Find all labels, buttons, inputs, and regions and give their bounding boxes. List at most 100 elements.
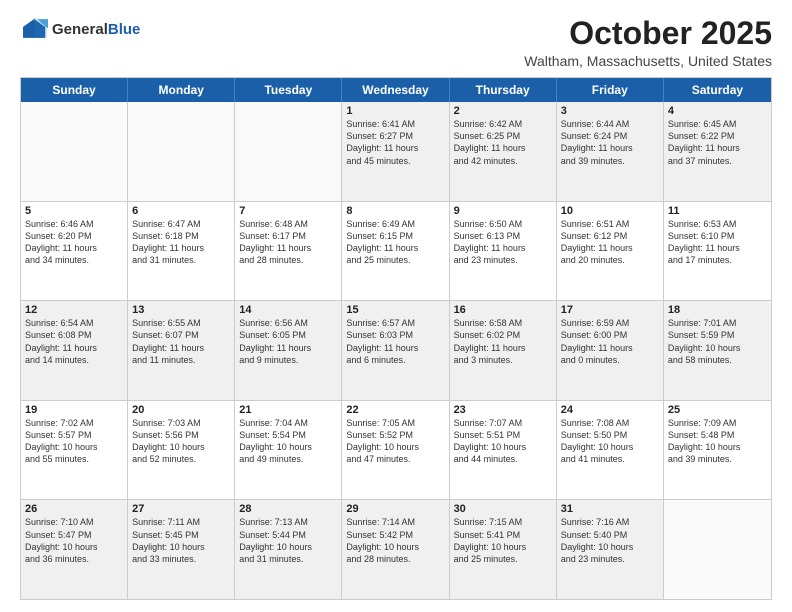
day-info: Sunrise: 6:49 AM Sunset: 6:15 PM Dayligh…	[346, 218, 444, 267]
day-number: 28	[239, 503, 337, 515]
day-number: 7	[239, 205, 337, 217]
day-header-monday: Monday	[128, 78, 235, 102]
day-cell-4: 4Sunrise: 6:45 AM Sunset: 6:22 PM Daylig…	[664, 102, 771, 201]
day-header-tuesday: Tuesday	[235, 78, 342, 102]
day-header-wednesday: Wednesday	[342, 78, 449, 102]
day-number: 2	[454, 105, 552, 117]
location: Waltham, Massachusetts, United States	[524, 53, 772, 69]
day-cell-12: 12Sunrise: 6:54 AM Sunset: 6:08 PM Dayli…	[21, 301, 128, 400]
day-info: Sunrise: 6:55 AM Sunset: 6:07 PM Dayligh…	[132, 317, 230, 366]
day-info: Sunrise: 7:15 AM Sunset: 5:41 PM Dayligh…	[454, 516, 552, 565]
day-cell-6: 6Sunrise: 6:47 AM Sunset: 6:18 PM Daylig…	[128, 202, 235, 301]
day-number: 15	[346, 304, 444, 316]
day-cell-26: 26Sunrise: 7:10 AM Sunset: 5:47 PM Dayli…	[21, 500, 128, 599]
empty-cell	[235, 102, 342, 201]
day-info: Sunrise: 7:09 AM Sunset: 5:48 PM Dayligh…	[668, 417, 767, 466]
calendar-body: 1Sunrise: 6:41 AM Sunset: 6:27 PM Daylig…	[21, 102, 771, 599]
day-cell-29: 29Sunrise: 7:14 AM Sunset: 5:42 PM Dayli…	[342, 500, 449, 599]
day-number: 6	[132, 205, 230, 217]
day-cell-7: 7Sunrise: 6:48 AM Sunset: 6:17 PM Daylig…	[235, 202, 342, 301]
day-number: 1	[346, 105, 444, 117]
day-number: 11	[668, 205, 767, 217]
day-cell-1: 1Sunrise: 6:41 AM Sunset: 6:27 PM Daylig…	[342, 102, 449, 201]
week-row-2: 5Sunrise: 6:46 AM Sunset: 6:20 PM Daylig…	[21, 202, 771, 302]
day-number: 13	[132, 304, 230, 316]
day-cell-30: 30Sunrise: 7:15 AM Sunset: 5:41 PM Dayli…	[450, 500, 557, 599]
day-info: Sunrise: 6:41 AM Sunset: 6:27 PM Dayligh…	[346, 118, 444, 167]
day-info: Sunrise: 6:56 AM Sunset: 6:05 PM Dayligh…	[239, 317, 337, 366]
week-row-4: 19Sunrise: 7:02 AM Sunset: 5:57 PM Dayli…	[21, 401, 771, 501]
day-info: Sunrise: 6:53 AM Sunset: 6:10 PM Dayligh…	[668, 218, 767, 267]
day-info: Sunrise: 7:02 AM Sunset: 5:57 PM Dayligh…	[25, 417, 123, 466]
day-info: Sunrise: 7:04 AM Sunset: 5:54 PM Dayligh…	[239, 417, 337, 466]
day-info: Sunrise: 7:03 AM Sunset: 5:56 PM Dayligh…	[132, 417, 230, 466]
day-header-friday: Friday	[557, 78, 664, 102]
day-number: 12	[25, 304, 123, 316]
day-cell-31: 31Sunrise: 7:16 AM Sunset: 5:40 PM Dayli…	[557, 500, 664, 599]
title-block: October 2025 Waltham, Massachusetts, Uni…	[524, 16, 772, 69]
day-cell-9: 9Sunrise: 6:50 AM Sunset: 6:13 PM Daylig…	[450, 202, 557, 301]
calendar: SundayMondayTuesdayWednesdayThursdayFrid…	[20, 77, 772, 600]
calendar-header: SundayMondayTuesdayWednesdayThursdayFrid…	[21, 78, 771, 102]
day-cell-11: 11Sunrise: 6:53 AM Sunset: 6:10 PM Dayli…	[664, 202, 771, 301]
day-cell-21: 21Sunrise: 7:04 AM Sunset: 5:54 PM Dayli…	[235, 401, 342, 500]
day-info: Sunrise: 6:47 AM Sunset: 6:18 PM Dayligh…	[132, 218, 230, 267]
day-cell-17: 17Sunrise: 6:59 AM Sunset: 6:00 PM Dayli…	[557, 301, 664, 400]
day-info: Sunrise: 7:10 AM Sunset: 5:47 PM Dayligh…	[25, 516, 123, 565]
logo-text: GeneralBlue	[52, 21, 140, 38]
day-number: 9	[454, 205, 552, 217]
day-info: Sunrise: 7:07 AM Sunset: 5:51 PM Dayligh…	[454, 417, 552, 466]
day-info: Sunrise: 7:08 AM Sunset: 5:50 PM Dayligh…	[561, 417, 659, 466]
empty-cell	[21, 102, 128, 201]
day-number: 22	[346, 404, 444, 416]
day-number: 20	[132, 404, 230, 416]
day-cell-5: 5Sunrise: 6:46 AM Sunset: 6:20 PM Daylig…	[21, 202, 128, 301]
logo-blue: Blue	[108, 21, 141, 38]
page: GeneralBlue October 2025 Waltham, Massac…	[0, 0, 792, 612]
day-cell-10: 10Sunrise: 6:51 AM Sunset: 6:12 PM Dayli…	[557, 202, 664, 301]
day-info: Sunrise: 7:01 AM Sunset: 5:59 PM Dayligh…	[668, 317, 767, 366]
day-number: 18	[668, 304, 767, 316]
day-info: Sunrise: 7:14 AM Sunset: 5:42 PM Dayligh…	[346, 516, 444, 565]
day-number: 17	[561, 304, 659, 316]
day-cell-2: 2Sunrise: 6:42 AM Sunset: 6:25 PM Daylig…	[450, 102, 557, 201]
day-info: Sunrise: 6:58 AM Sunset: 6:02 PM Dayligh…	[454, 317, 552, 366]
day-cell-27: 27Sunrise: 7:11 AM Sunset: 5:45 PM Dayli…	[128, 500, 235, 599]
day-cell-13: 13Sunrise: 6:55 AM Sunset: 6:07 PM Dayli…	[128, 301, 235, 400]
day-number: 8	[346, 205, 444, 217]
day-number: 4	[668, 105, 767, 117]
day-number: 23	[454, 404, 552, 416]
day-cell-28: 28Sunrise: 7:13 AM Sunset: 5:44 PM Dayli…	[235, 500, 342, 599]
day-number: 5	[25, 205, 123, 217]
day-number: 26	[25, 503, 123, 515]
week-row-5: 26Sunrise: 7:10 AM Sunset: 5:47 PM Dayli…	[21, 500, 771, 599]
day-cell-14: 14Sunrise: 6:56 AM Sunset: 6:05 PM Dayli…	[235, 301, 342, 400]
empty-cell	[664, 500, 771, 599]
day-cell-3: 3Sunrise: 6:44 AM Sunset: 6:24 PM Daylig…	[557, 102, 664, 201]
day-number: 30	[454, 503, 552, 515]
empty-cell	[128, 102, 235, 201]
day-info: Sunrise: 6:44 AM Sunset: 6:24 PM Dayligh…	[561, 118, 659, 167]
day-number: 24	[561, 404, 659, 416]
logo: GeneralBlue	[20, 16, 140, 44]
day-number: 31	[561, 503, 659, 515]
day-info: Sunrise: 6:54 AM Sunset: 6:08 PM Dayligh…	[25, 317, 123, 366]
day-number: 14	[239, 304, 337, 316]
logo-icon	[20, 16, 48, 44]
day-info: Sunrise: 6:48 AM Sunset: 6:17 PM Dayligh…	[239, 218, 337, 267]
day-number: 21	[239, 404, 337, 416]
day-info: Sunrise: 7:11 AM Sunset: 5:45 PM Dayligh…	[132, 516, 230, 565]
day-number: 27	[132, 503, 230, 515]
day-cell-16: 16Sunrise: 6:58 AM Sunset: 6:02 PM Dayli…	[450, 301, 557, 400]
day-info: Sunrise: 7:16 AM Sunset: 5:40 PM Dayligh…	[561, 516, 659, 565]
day-header-saturday: Saturday	[664, 78, 771, 102]
day-info: Sunrise: 6:50 AM Sunset: 6:13 PM Dayligh…	[454, 218, 552, 267]
day-cell-25: 25Sunrise: 7:09 AM Sunset: 5:48 PM Dayli…	[664, 401, 771, 500]
day-info: Sunrise: 6:45 AM Sunset: 6:22 PM Dayligh…	[668, 118, 767, 167]
day-number: 10	[561, 205, 659, 217]
day-info: Sunrise: 7:13 AM Sunset: 5:44 PM Dayligh…	[239, 516, 337, 565]
day-number: 16	[454, 304, 552, 316]
day-number: 29	[346, 503, 444, 515]
day-info: Sunrise: 6:57 AM Sunset: 6:03 PM Dayligh…	[346, 317, 444, 366]
day-info: Sunrise: 6:46 AM Sunset: 6:20 PM Dayligh…	[25, 218, 123, 267]
